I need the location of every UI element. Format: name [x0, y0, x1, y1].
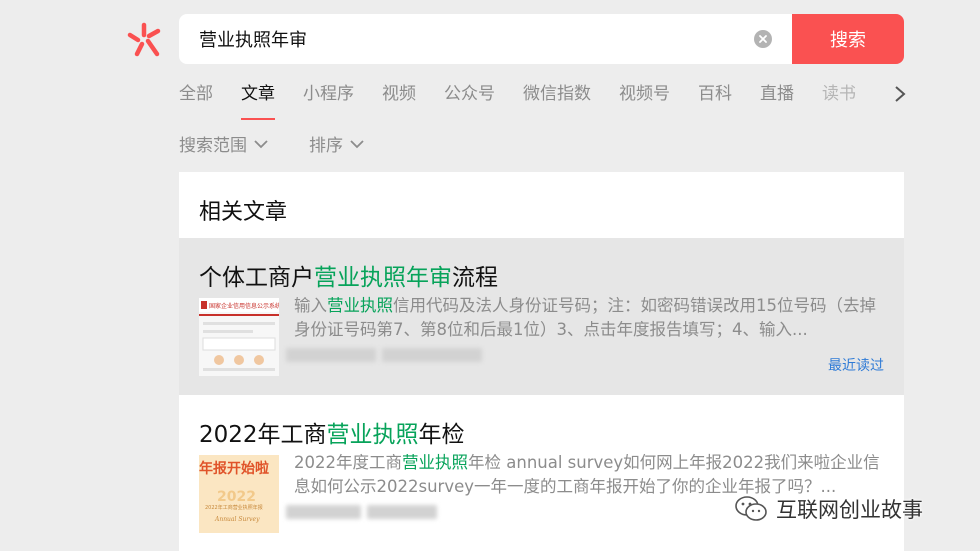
article-snippet: 输入营业执照信用代码及法人身份证号码；注：如密码错误改用15位号码（去掉身份证号…: [294, 294, 884, 342]
article-title-text: 年检: [418, 422, 465, 448]
chevron-down-icon: [350, 139, 364, 148]
snippet-text: 输入: [294, 296, 327, 315]
tab-videos[interactable]: 视频: [382, 82, 416, 114]
blurred-source-info: [286, 505, 437, 519]
thumbnail-subtitle: 2022年工商营业执照年报: [205, 504, 263, 511]
article-result[interactable]: 2022年工商营业执照年检 年报开始啦 2022 2022年工商营业执照年报 A…: [179, 395, 904, 551]
article-title-highlight: 营业执照年审: [314, 265, 452, 291]
blurred-source-info: [286, 348, 482, 362]
article-thumbnail[interactable]: 国家企业信用信息公示系统: [199, 298, 279, 376]
snippet-highlight: 营业执照: [402, 453, 468, 472]
tab-channels[interactable]: 视频号: [619, 82, 670, 114]
filter-bar: 搜索范围 排序: [179, 131, 405, 156]
article-title[interactable]: 个体工商户营业执照年审流程: [199, 258, 498, 292]
watermark-text: 互联网创业故事: [776, 498, 923, 522]
article-title-highlight: 营业执照: [326, 422, 419, 448]
tab-encyclopedia[interactable]: 百科: [698, 82, 732, 114]
thumbnail-year: 2022: [217, 489, 256, 505]
tab-mini-programs[interactable]: 小程序: [303, 82, 354, 114]
search-query-text: 营业执照年审: [199, 30, 307, 51]
snippet-highlight: 营业执照: [327, 296, 393, 315]
thumbnail-caption: 国家企业信用信息公示系统: [209, 302, 279, 310]
section-title: 相关文章: [199, 200, 288, 225]
article-title-text: 2022年工商: [199, 422, 327, 448]
article-title-text: 个体工商户: [199, 265, 314, 291]
clear-search-icon[interactable]: [754, 30, 772, 48]
search-range-label: 搜索范围: [179, 136, 247, 156]
tab-wechat-index[interactable]: 微信指数: [523, 82, 591, 114]
tab-live[interactable]: 直播: [760, 82, 794, 114]
wechat-icon: [735, 496, 767, 521]
search-range-dropdown[interactable]: 搜索范围: [179, 131, 269, 156]
thumbnail-english: Annual Survey: [214, 516, 260, 523]
category-tabs: 全部 文章 小程序 视频 公众号 微信指数 视频号 百科 直播 读书: [179, 82, 856, 120]
watermark: 互联网创业故事: [734, 494, 923, 524]
sort-dropdown[interactable]: 排序: [309, 131, 365, 156]
thumbnail-caption: 年报开始啦: [199, 460, 269, 477]
chevron-down-icon: [254, 139, 268, 148]
recently-read-badge: 最近读过: [828, 358, 884, 374]
article-title[interactable]: 2022年工商营业执照年检: [199, 415, 465, 449]
article-title-text: 流程: [452, 265, 498, 291]
tab-all[interactable]: 全部: [179, 82, 213, 114]
sort-label: 排序: [309, 136, 343, 156]
wechat-search-logo-icon: [127, 22, 161, 57]
search-input[interactable]: 营业执照年审: [179, 14, 792, 64]
snippet-text: 2022年度工商: [294, 453, 402, 472]
tab-official-accounts[interactable]: 公众号: [444, 82, 495, 114]
article-result[interactable]: 个体工商户营业执照年审流程 国家企业信用信息公示系统 输入营业执照信用代码及法人…: [179, 238, 904, 395]
article-thumbnail[interactable]: 年报开始啦 2022 2022年工商营业执照年报 Annual Survey: [199, 455, 279, 533]
search-button[interactable]: 搜索: [792, 14, 904, 64]
article-snippet: 2022年度工商营业执照年检 annual survey如何网上年报2022我们…: [294, 451, 884, 499]
tab-books[interactable]: 读书: [822, 82, 856, 114]
tab-articles[interactable]: 文章: [241, 82, 275, 120]
chevron-right-icon[interactable]: [890, 84, 910, 104]
